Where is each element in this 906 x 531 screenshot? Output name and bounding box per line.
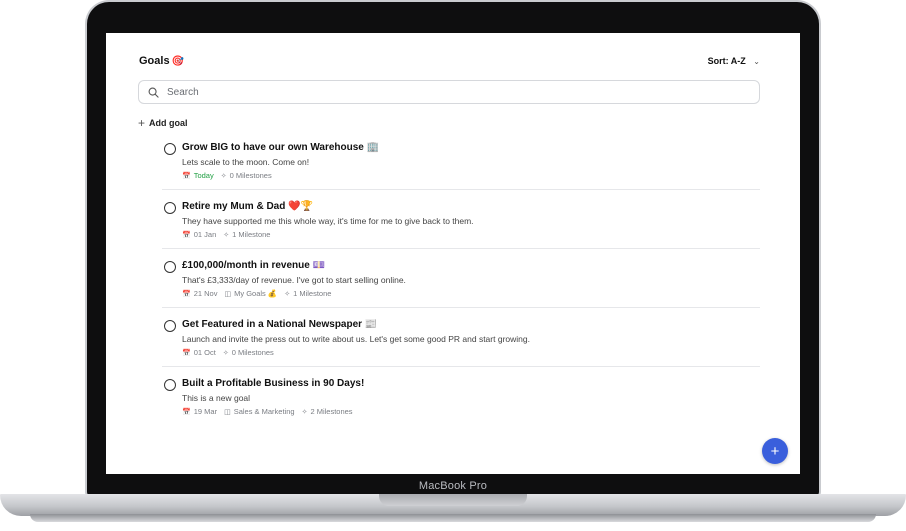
add-goal-label: Add goal <box>149 118 188 128</box>
goal-title: Retire my Mum & Dad ❤️🏆 <box>182 201 314 212</box>
due-date: 📅 19 Mar <box>182 407 218 416</box>
header: Goals 🎯 Sort: A-Z ⌄ <box>139 55 760 73</box>
milestone-count: ✧ 0 Milestones <box>220 171 272 180</box>
milestone-count: ✧ 0 Milestones <box>222 348 274 357</box>
calendar-icon: 📅 <box>182 408 191 416</box>
complete-checkbox[interactable] <box>164 143 176 155</box>
calendar-icon: 📅 <box>182 172 191 180</box>
goal-description: That's £3,333/day of revenue. I've got t… <box>182 275 406 285</box>
goal-meta: 📅 21 Nov ◫ My Goals 💰 ✧ 1 Milestone <box>182 289 338 298</box>
device-label: MacBook Pro <box>418 480 488 492</box>
add-fab-button[interactable]: + <box>762 438 788 464</box>
goal-list: Grow BIG to have our own Warehouse 🏢 Lets… <box>162 131 760 425</box>
plus-icon: + <box>138 116 146 130</box>
goal-description: Lets scale to the moon. Come on! <box>182 157 310 167</box>
sparkle-icon: ✧ <box>284 290 291 298</box>
milestone-count: ✧ 2 Milestones <box>301 407 353 416</box>
goal-tag: ◫ Sales & Marketing <box>224 407 295 416</box>
search-field[interactable] <box>138 80 760 104</box>
search-icon <box>148 87 159 98</box>
goal-meta: 📅 Today ✧ 0 Milestones <box>182 171 279 180</box>
search-input[interactable] <box>165 85 729 99</box>
laptop-notch <box>379 494 527 506</box>
goal-item[interactable]: Get Featured in a National Newspaper 📰 La… <box>162 308 760 367</box>
sort-label: Sort: A-Z <box>707 56 746 66</box>
goal-title: Built a Profitable Business in 90 Days! <box>182 378 365 389</box>
calendar-icon: 📅 <box>182 231 191 239</box>
goal-meta: 📅 01 Oct ✧ 0 Milestones <box>182 348 281 357</box>
complete-checkbox[interactable] <box>164 261 176 273</box>
goal-title: £100,000/month in revenue 💷 <box>182 260 326 271</box>
goal-description: This is a new goal <box>182 393 251 403</box>
goal-description: They have supported me this whole way, i… <box>182 216 474 226</box>
sparkle-icon: ✧ <box>220 172 227 180</box>
laptop-base-edge <box>30 514 876 522</box>
sort-dropdown[interactable]: Sort: A-Z ⌄ <box>708 56 760 66</box>
due-date: 📅 01 Jan <box>182 230 217 239</box>
goal-title: Get Featured in a National Newspaper 📰 <box>182 319 378 330</box>
app-screen: Goals🎯 Sort: A-Z ⌄ + Add goal Grow BIG t… <box>106 33 800 474</box>
calendar-icon: 📅 <box>182 290 191 298</box>
milestone-count: ✧ 1 Milestone <box>223 230 271 239</box>
due-date: 📅 Today <box>182 171 214 180</box>
complete-checkbox[interactable] <box>164 379 176 391</box>
goal-item[interactable]: Grow BIG to have our own Warehouse 🏢 Lets… <box>162 131 760 190</box>
chevron-down-icon: ⌄ <box>753 57 760 66</box>
goal-item[interactable]: £100,000/month in revenue 💷 That's £3,333… <box>162 249 760 308</box>
complete-checkbox[interactable] <box>164 202 176 214</box>
add-goal-button[interactable]: + Add goal <box>138 116 188 130</box>
goal-item[interactable]: Retire my Mum & Dad ❤️🏆 They have support… <box>162 190 760 249</box>
sparkle-icon: ✧ <box>222 349 229 357</box>
goal-description: Launch and invite the press out to write… <box>182 334 530 344</box>
milestone-count: ✧ 1 Milestone <box>284 289 332 298</box>
sparkle-icon: ✧ <box>301 408 308 416</box>
complete-checkbox[interactable] <box>164 320 176 332</box>
tag-icon: ◫ <box>224 290 232 298</box>
calendar-icon: 📅 <box>182 349 191 357</box>
goal-item[interactable]: Built a Profitable Business in 90 Days! T… <box>162 367 760 425</box>
tag-icon: ◫ <box>224 408 231 416</box>
goal-tag: ◫ My Goals 💰 <box>224 289 278 298</box>
target-icon: 🎯 <box>171 56 185 67</box>
page-title: Goals 🎯 <box>139 55 185 67</box>
goal-meta: 📅 19 Mar ◫ Sales & Marketing ✧ 2 Milestones <box>182 407 360 416</box>
due-date: 📅 21 Nov <box>182 289 218 298</box>
sparkle-icon: ✧ <box>223 231 230 239</box>
due-date: 📅 01 Oct <box>182 348 216 357</box>
goal-meta: 📅 01 Jan ✧ 1 Milestone <box>182 230 277 239</box>
goal-title: Grow BIG to have our own Warehouse 🏢 <box>182 142 380 153</box>
